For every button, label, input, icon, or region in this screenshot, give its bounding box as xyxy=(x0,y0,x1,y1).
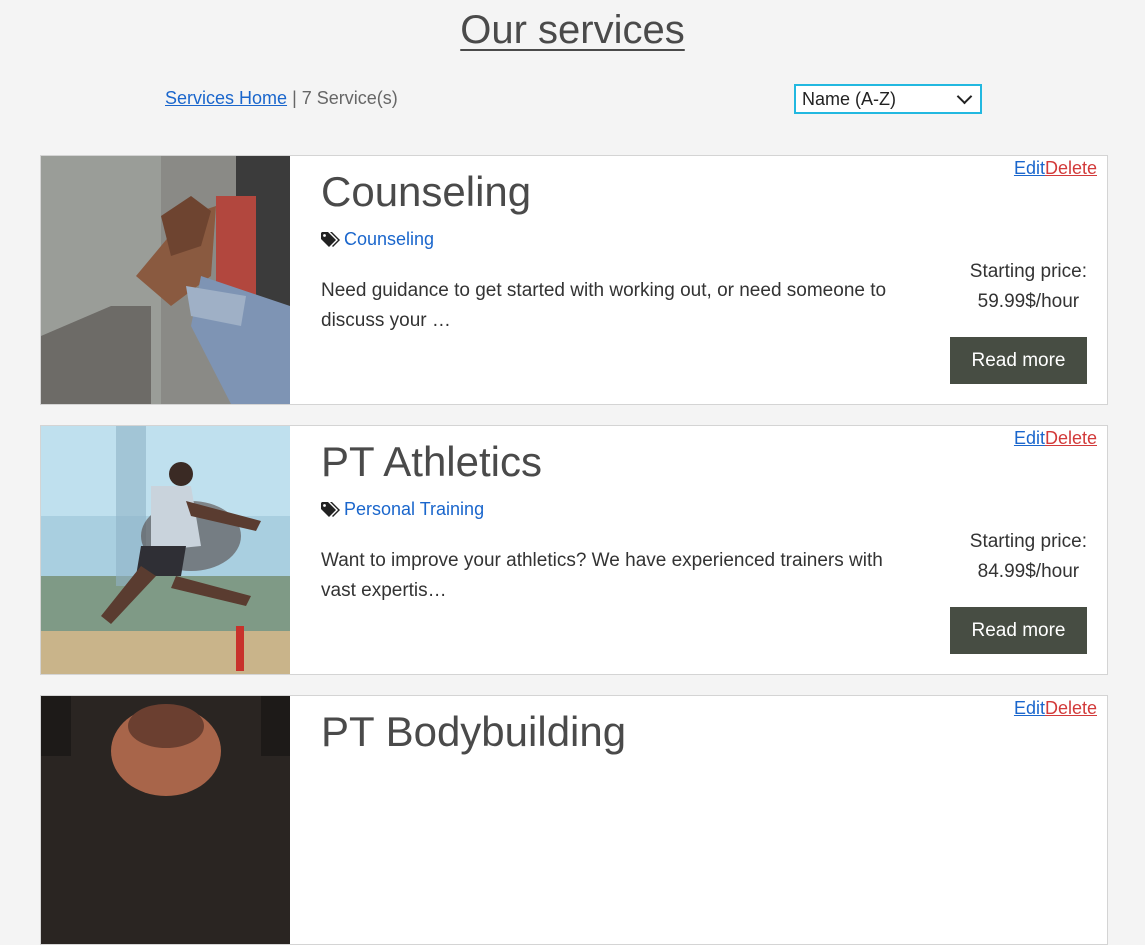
read-more-button[interactable]: Read more xyxy=(950,607,1087,654)
card-actions: EditDelete xyxy=(1014,698,1097,719)
service-card-pt-bodybuilding: PT Bodybuilding EditDelete xyxy=(40,695,1108,945)
service-title: Counseling xyxy=(321,168,532,215)
delete-link[interactable]: Delete xyxy=(1045,428,1097,448)
service-image-bodybuilder xyxy=(41,696,290,944)
service-count: 7 Service(s) xyxy=(301,88,398,108)
tags-icon xyxy=(321,501,340,517)
services-toolbar: Services Home | 7 Service(s) xyxy=(165,88,398,109)
tags-icon xyxy=(321,231,340,247)
service-description: Want to improve your athletics? We have … xyxy=(321,550,883,601)
service-description: Need guidance to get started with workin… xyxy=(321,280,887,331)
delete-link[interactable]: Delete xyxy=(1045,158,1097,178)
edit-link[interactable]: Edit xyxy=(1014,698,1045,718)
price-block: Starting price: 59.99$/hour xyxy=(970,257,1087,317)
price-block: Starting price: 84.99$/hour xyxy=(970,527,1087,587)
card-actions: EditDelete xyxy=(1014,158,1097,179)
edit-link[interactable]: Edit xyxy=(1014,158,1045,178)
category-link[interactable]: Counseling xyxy=(344,229,434,250)
services-home-link[interactable]: Services Home xyxy=(165,88,287,108)
sort-selected-value: Name (A-Z) xyxy=(802,88,896,109)
price-value: 59.99$/hour xyxy=(977,291,1080,312)
service-card-pt-athletics: PT Athletics Personal Training Want to i… xyxy=(40,425,1108,675)
category-row: Personal Training xyxy=(321,499,484,520)
read-more-button[interactable]: Read more xyxy=(950,337,1087,384)
category-link[interactable]: Personal Training xyxy=(344,499,484,520)
category-row: Counseling xyxy=(321,229,434,250)
page-title: Our services xyxy=(460,8,685,52)
edit-link[interactable]: Edit xyxy=(1014,428,1045,448)
service-title: PT Bodybuilding xyxy=(321,708,627,755)
service-image-hurdler xyxy=(41,426,290,674)
price-label: Starting price: xyxy=(969,531,1087,552)
card-actions: EditDelete xyxy=(1014,428,1097,449)
chevron-down-icon xyxy=(956,88,973,105)
service-title: PT Athletics xyxy=(321,438,542,485)
price-value: 84.99$/hour xyxy=(977,561,1080,582)
sort-select[interactable]: Name (A-Z) xyxy=(794,84,982,114)
delete-link[interactable]: Delete xyxy=(1045,698,1097,718)
toolbar-separator: | xyxy=(292,88,297,108)
service-image-handshake xyxy=(41,156,290,404)
service-card-counseling: Counseling Counseling Need guidance to g… xyxy=(40,155,1108,405)
price-label: Starting price: xyxy=(969,261,1087,282)
